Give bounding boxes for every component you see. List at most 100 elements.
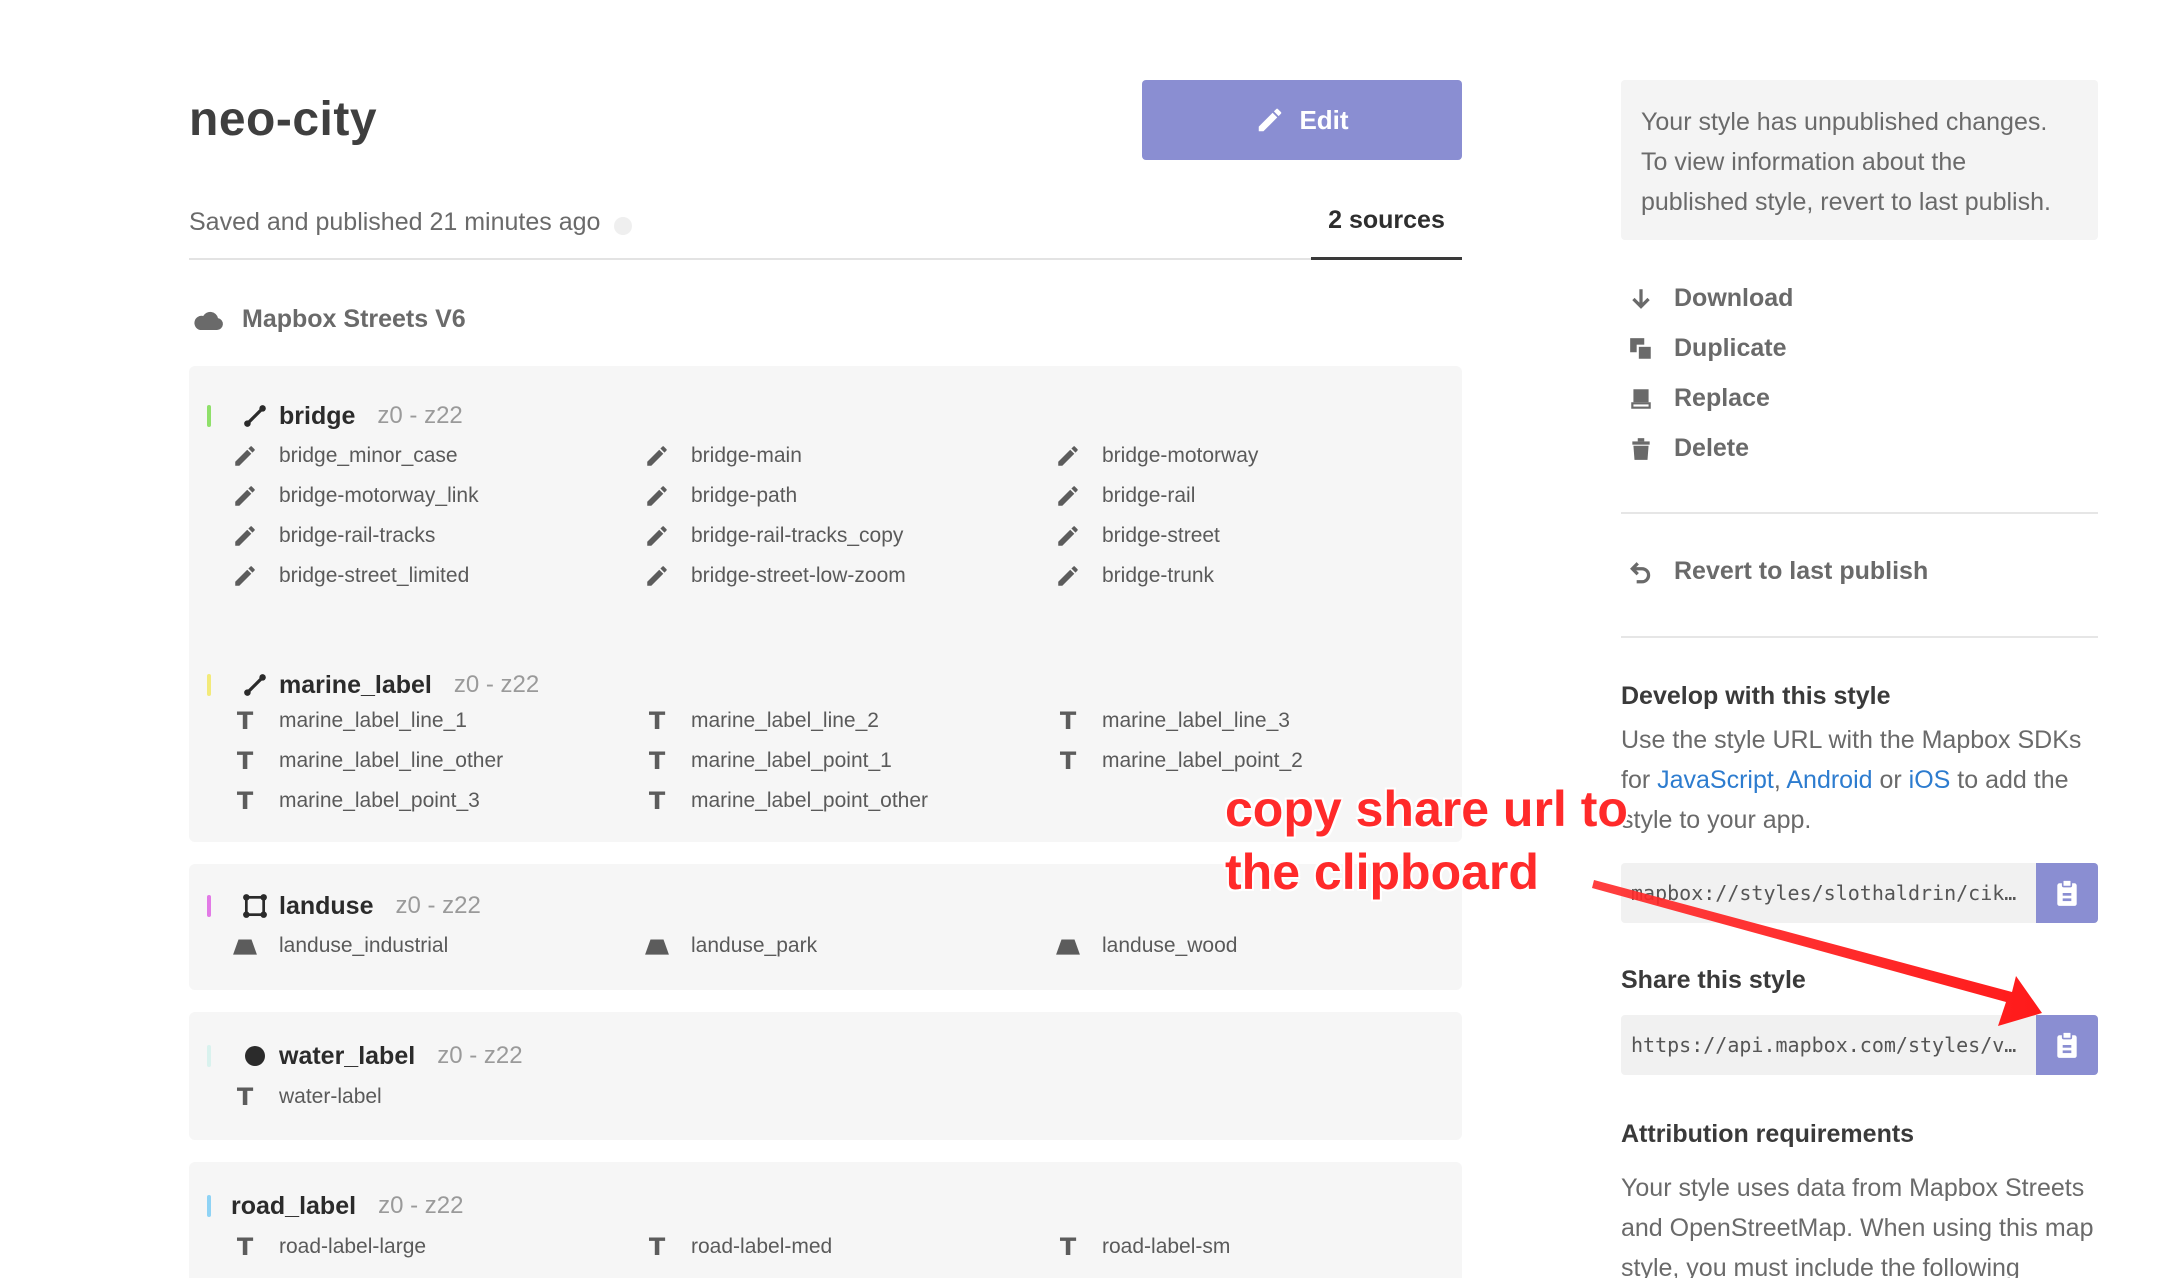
group-zoom: z0 - z22 [453, 671, 540, 698]
group-zoom: z0 - z22 [378, 1192, 464, 1219]
group-header[interactable]: bridge z0 - z22 [207, 396, 463, 436]
layer-item[interactable]: Tmarine_label_line_2 [643, 706, 879, 736]
layer-item[interactable]: bridge-street_limited [231, 561, 469, 591]
copy-style-url-button[interactable] [2036, 863, 2098, 923]
layer-name: road-label-large [279, 1235, 427, 1258]
line-icon [241, 402, 269, 430]
share-heading: Share this style [1621, 966, 1806, 994]
layer-item[interactable]: bridge-main [643, 441, 802, 471]
layer-item[interactable]: Tmarine_label_line_other [231, 746, 503, 776]
line-icon [241, 671, 269, 699]
clipboard-icon [2057, 879, 2077, 906]
duplicate-label: Duplicate [1674, 334, 1787, 362]
group-zoom: z0 - z22 [437, 1042, 523, 1069]
layer-item[interactable]: Tmarine_label_line_1 [231, 706, 467, 736]
group-header[interactable]: road_label z0 - z22 [207, 1186, 463, 1226]
duplicate-button[interactable]: Duplicate [1628, 334, 1787, 363]
polygon-icon [241, 892, 269, 920]
pencil-icon [1054, 482, 1082, 510]
layer-item[interactable]: Troad-label-sm [1054, 1232, 1231, 1262]
layer-item[interactable]: Tmarine_label_point_1 [643, 746, 892, 776]
source-header[interactable]: Mapbox Streets V6 [192, 305, 466, 334]
group-header[interactable]: marine_label z0 - z22 [207, 665, 539, 705]
layer-name: marine_label_point_1 [691, 749, 892, 772]
fill-icon [1054, 932, 1082, 960]
share-url-input[interactable]: https://api.mapbox.com/styles/v… [1621, 1015, 2036, 1075]
download-button[interactable]: Download [1628, 284, 1793, 313]
group-name: road_label [231, 1191, 357, 1220]
pencil-icon [643, 482, 671, 510]
trash-icon [1632, 437, 1650, 460]
group-name: landuse [279, 891, 374, 920]
layer-item[interactable]: Tmarine_label_point_other [643, 786, 928, 816]
layer-name: bridge-street [1102, 524, 1220, 547]
tab-sources[interactable]: 2 sources [1311, 204, 1462, 260]
annotation-line: the clipboard [1225, 844, 1539, 900]
status-dot [614, 216, 633, 235]
download-label: Download [1674, 284, 1794, 312]
layer-item[interactable]: Tmarine_label_point_3 [231, 786, 480, 816]
group-color-bar [207, 1195, 211, 1217]
layer-item[interactable]: Tmarine_label_point_2 [1054, 746, 1303, 776]
group-color-bar [207, 674, 211, 696]
group-header[interactable]: landuse z0 - z22 [207, 886, 481, 926]
layer-item[interactable]: bridge-rail-tracks [231, 521, 435, 551]
divider [1621, 512, 2098, 514]
layer-item[interactable]: Tmarine_label_line_3 [1054, 706, 1290, 736]
ios-link[interactable]: iOS [1909, 766, 1951, 794]
javascript-link[interactable]: JavaScript [1657, 766, 1774, 794]
layer-item[interactable]: bridge-motorway_link [231, 481, 479, 511]
layer-item[interactable]: bridge-motorway [1054, 441, 1258, 471]
layer-name: marine_label_line_2 [691, 709, 879, 732]
text-icon: T [236, 1083, 254, 1111]
group-color-bar [207, 895, 211, 917]
replace-icon [1631, 388, 1651, 409]
layer-name: bridge-rail [1102, 484, 1196, 507]
layer-name: marine_label_line_1 [279, 709, 467, 732]
revert-label: Revert to last publish [1674, 557, 1929, 585]
group-name: water_label [279, 1041, 416, 1070]
edit-button[interactable]: Edit [1142, 80, 1462, 160]
android-link[interactable]: Android [1786, 766, 1872, 794]
layer-item[interactable]: bridge-trunk [1054, 561, 1214, 591]
layer-name: marine_label_line_3 [1102, 709, 1290, 732]
layer-name: landuse_wood [1102, 934, 1238, 957]
layer-item[interactable]: bridge-street-low-zoom [643, 561, 906, 591]
layer-item[interactable]: Troad-label-large [231, 1232, 426, 1262]
revert-button[interactable]: Revert to last publish [1628, 557, 1928, 586]
share-url-field: https://api.mapbox.com/styles/v… [1621, 1015, 2098, 1075]
layer-name: bridge-motorway_link [279, 484, 479, 507]
page-title: neo-city [189, 93, 378, 146]
develop-text-part: , [1773, 766, 1787, 794]
layer-item[interactable]: bridge-street [1054, 521, 1220, 551]
pencil-icon [643, 522, 671, 550]
layer-item[interactable]: landuse_industrial [231, 931, 448, 961]
layer-item[interactable]: Twater-label [231, 1082, 382, 1112]
layer-item[interactable]: bridge-rail [1054, 481, 1195, 511]
delete-label: Delete [1674, 434, 1750, 462]
style-url-field: mapbox://styles/slothaldrin/cik… [1621, 863, 2098, 923]
layer-item[interactable]: bridge_minor_case [231, 441, 458, 471]
group-zoom: z0 - z22 [395, 892, 481, 919]
group-header[interactable]: water_label z0 - z22 [207, 1036, 523, 1076]
layer-item[interactable]: bridge-path [643, 481, 797, 511]
layer-name: bridge-rail-tracks_copy [691, 524, 904, 547]
layer-item[interactable]: Troad-label-med [643, 1232, 832, 1262]
fill-icon [643, 932, 671, 960]
replace-button[interactable]: Replace [1628, 384, 1770, 413]
layer-item[interactable]: landuse_wood [1054, 931, 1237, 961]
style-url-input[interactable]: mapbox://styles/slothaldrin/cik… [1621, 863, 2036, 923]
save-status: Saved and published 21 minutes ago [189, 208, 633, 237]
layer-name: bridge-main [691, 444, 802, 467]
text-icon: T [648, 747, 666, 775]
layer-item[interactable]: landuse_park [643, 931, 817, 961]
text-icon: T [236, 747, 254, 775]
delete-button[interactable]: Delete [1628, 434, 1749, 463]
layer-item[interactable]: bridge-rail-tracks_copy [643, 521, 903, 551]
copy-share-url-button[interactable] [2036, 1015, 2098, 1075]
layer-name: marine_label_line_other [279, 749, 504, 772]
text-icon: T [1059, 747, 1077, 775]
text-icon: T [648, 787, 666, 815]
pencil-icon [1054, 522, 1082, 550]
layer-group-road-label: road_label z0 - z22 Troad-label-large Tr… [189, 1162, 1462, 1278]
